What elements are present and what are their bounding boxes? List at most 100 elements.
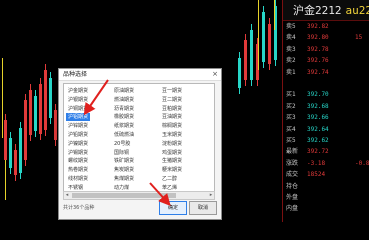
quote-row: 买2 392.68 bbox=[283, 102, 369, 111]
list-item[interactable]: 棕榈期货 bbox=[160, 122, 184, 130]
ok-button[interactable]: 确定 bbox=[159, 201, 187, 215]
quote-value: 392.66 bbox=[307, 114, 329, 122]
status-text: 共计36个品种 bbox=[63, 205, 95, 211]
quote-value: 392.74 bbox=[307, 68, 329, 76]
symbol-code[interactable]: au2212 bbox=[342, 4, 369, 17]
list-item[interactable]: 燃油期货 bbox=[112, 96, 136, 104]
candle-body bbox=[39, 84, 42, 134]
quote-row: 内盘 bbox=[283, 204, 369, 213]
list-item[interactable]: 鸡蛋期货 bbox=[160, 149, 184, 157]
list-item[interactable]: 螺纹期货 bbox=[66, 157, 90, 165]
quote-row: 涨跌 -3.18 -0.80% bbox=[283, 159, 369, 168]
indicator-line bbox=[274, 0, 275, 30]
list-item[interactable]: 橡胶期货 bbox=[112, 113, 136, 121]
quote-value: 392.68 bbox=[307, 102, 329, 110]
cancel-button[interactable]: 取消 bbox=[189, 201, 217, 215]
list-item[interactable]: 焦炭期货 bbox=[112, 166, 136, 174]
quote-label: 卖2 bbox=[286, 57, 296, 65]
quote-row: 卖3 392.78 bbox=[283, 45, 369, 54]
list-item[interactable]: 沪银期货 bbox=[66, 96, 90, 104]
quote-row: 买5 392.62 bbox=[283, 136, 369, 145]
symbol-name[interactable]: 沪金2212 bbox=[283, 2, 342, 18]
quote-value: 18524 bbox=[307, 171, 326, 179]
candle-body bbox=[4, 120, 7, 160]
quote-row: 外盘 bbox=[283, 193, 369, 202]
list-item[interactable]: 沪铜期货 bbox=[66, 105, 90, 113]
list-item[interactable]: 豆一期货 bbox=[160, 87, 184, 95]
list-item[interactable]: 沪金期货 bbox=[66, 87, 90, 95]
quote-row: 卖5 392.82 bbox=[283, 22, 369, 31]
list-item[interactable]: 国际铜 bbox=[112, 149, 131, 157]
scroll-left-icon[interactable]: ◂ bbox=[64, 192, 70, 199]
quote-row: 卖1 392.74 bbox=[283, 68, 369, 77]
quote-label: 买5 bbox=[286, 137, 296, 144]
close-icon[interactable]: × bbox=[212, 69, 218, 80]
candle-body bbox=[19, 128, 22, 173]
list-item[interactable]: 豆二期货 bbox=[160, 96, 184, 104]
quote-row: 卖4 392.80 15 bbox=[283, 33, 369, 42]
quote-header: 沪金2212 au2212 bbox=[283, 0, 369, 21]
quote-label: 涨跌 bbox=[286, 159, 299, 167]
symbol-select-dialog: 品种选择 × 沪金期货 沪银期货 沪铜期货 沪铝期货 沪锌期货 沪铅期货 沪镍期货 沪锡期货螺… bbox=[58, 68, 222, 220]
indicator-line bbox=[5, 160, 6, 200]
quote-row: 最新 392.72 bbox=[283, 147, 369, 156]
quote-label: 卖4 bbox=[286, 34, 296, 42]
list-item[interactable]: 生猪期货 bbox=[160, 157, 184, 165]
quote-value: 392.70 bbox=[307, 91, 329, 99]
dialog-title-text: 品种选择 bbox=[63, 71, 88, 78]
list-item[interactable]: 线材期货 bbox=[66, 175, 90, 183]
candle-body bbox=[250, 30, 253, 80]
list-item[interactable]: 沪铝期货 bbox=[66, 113, 91, 122]
quote-row: 买3 392.66 bbox=[283, 113, 369, 122]
candle-body bbox=[44, 70, 47, 130]
indicator-line bbox=[258, 0, 259, 70]
list-item[interactable]: 玉米期货 bbox=[160, 131, 184, 139]
list-item[interactable]: 乙二醇 bbox=[160, 175, 179, 183]
quote-label: 买2 bbox=[286, 102, 296, 110]
horizontal-scrollbar[interactable]: ◂ ▸ bbox=[63, 191, 215, 200]
quote-label: 成交 bbox=[286, 171, 299, 179]
quote-label: 卖5 bbox=[286, 23, 296, 30]
list-item[interactable]: 沥青期货 bbox=[112, 105, 136, 113]
candle-body bbox=[268, 24, 271, 64]
list-item[interactable]: 纸浆期货 bbox=[112, 122, 136, 130]
quote-row: 卖2 392.76 bbox=[283, 56, 369, 65]
list-item[interactable]: 20号胶 bbox=[112, 140, 132, 148]
quote-label: 卖1 bbox=[286, 68, 296, 76]
quote-change: 15 bbox=[355, 34, 363, 42]
quote-row bbox=[283, 79, 369, 88]
candle-body bbox=[29, 90, 32, 135]
quote-label: 持仓 bbox=[286, 182, 299, 190]
list-item[interactable]: 豆粕期货 bbox=[160, 105, 184, 113]
list-item[interactable]: 沪镍期货 bbox=[66, 140, 90, 148]
quote-label: 外盘 bbox=[286, 194, 299, 201]
quote-row: 买4 392.64 bbox=[283, 125, 369, 134]
candle-body bbox=[262, 12, 265, 62]
dialog-title: 品种选择 × bbox=[59, 69, 221, 81]
quote-value: -3.18 bbox=[307, 159, 326, 167]
quote-label: 卖3 bbox=[286, 45, 296, 53]
quote-change: -0.80% bbox=[355, 159, 369, 167]
list-item[interactable]: 豆油期货 bbox=[160, 113, 184, 121]
list-item[interactable]: 焦煤期货 bbox=[112, 175, 136, 183]
list-item[interactable]: 低硫燃油 bbox=[112, 131, 136, 139]
quote-value: 392.62 bbox=[307, 137, 329, 144]
indicator-line bbox=[2, 58, 3, 138]
quote-value: 392.80 bbox=[307, 34, 329, 42]
list-item[interactable]: 沪锌期货 bbox=[66, 122, 90, 130]
quote-panel: 沪金2212 au2212 卖5 392.82 卖4 392.80 15 卖3 392.78… bbox=[282, 0, 369, 222]
scroll-right-icon[interactable]: ▸ bbox=[208, 192, 214, 199]
list-item[interactable]: 沪锡期货 bbox=[66, 149, 90, 157]
list-item[interactable]: 粳米期货 bbox=[160, 166, 184, 174]
quote-label: 买4 bbox=[286, 125, 296, 133]
quote-label: 买3 bbox=[286, 114, 296, 122]
symbol-listbox[interactable]: 沪金期货 沪银期货 沪铜期货 沪铝期货 沪锌期货 沪铅期货 沪镍期货 沪锡期货 螺纹期货 热卷期货… bbox=[63, 83, 215, 193]
list-item[interactable]: 淀粉期货 bbox=[160, 140, 184, 148]
quote-row: 买1 392.70 bbox=[283, 90, 369, 99]
list-item[interactable]: 热卷期货 bbox=[66, 166, 90, 174]
list-item[interactable]: 沪铅期货 bbox=[66, 131, 90, 139]
list-item[interactable]: 原油期货 bbox=[112, 87, 136, 95]
list-item[interactable]: 铁矿期货 bbox=[112, 157, 136, 165]
scroll-thumb[interactable] bbox=[72, 193, 176, 198]
quote-label: 内盘 bbox=[286, 205, 299, 213]
